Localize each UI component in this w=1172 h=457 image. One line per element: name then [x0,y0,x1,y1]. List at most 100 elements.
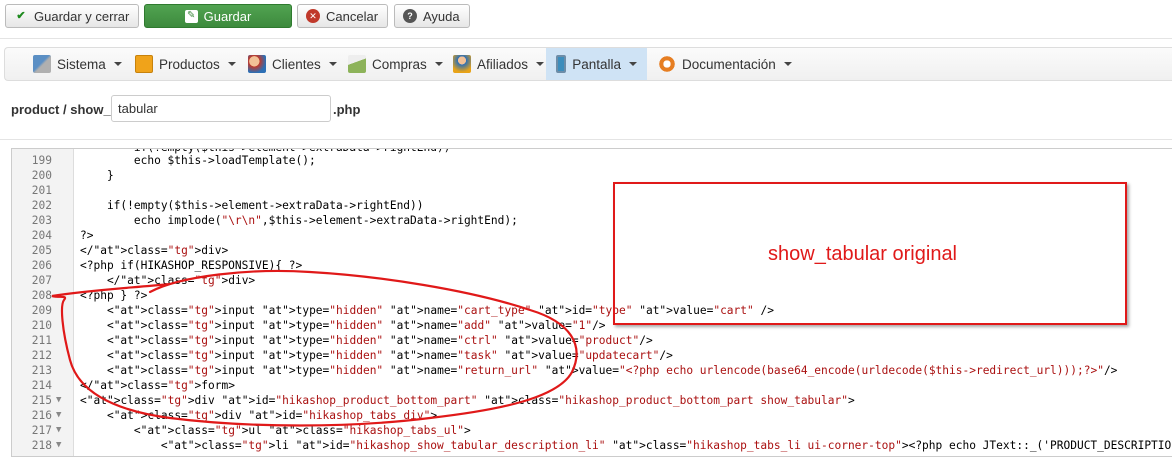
menu-item-sistema[interactable]: Sistema [23,48,132,80]
code-text: </"at">class="tg">form> [80,379,235,392]
code-text: ?> [80,229,94,242]
code-line: 218 ▼ <"at">class="tg">li "at">id="hikash… [12,438,1172,453]
code-text: <"at">class="tg">div "at">id="hikashop_t… [80,409,438,422]
cancel-label: Cancelar [326,8,379,24]
line-number: 218 [31,439,52,452]
code-line: 211 <"at">class="tg">input "at">type="hi… [12,333,1172,348]
line-number: 210 [31,319,52,332]
help-label: Ayuda [423,8,460,24]
code-text: } [80,169,114,182]
code-line: 199 echo $this->loadTemplate(); [12,153,1172,168]
help-button[interactable]: ? Ayuda [394,4,470,28]
save-label: Guardar [203,8,252,24]
main-menu: Sistema Productos Clientes Compras Afili… [4,47,1172,81]
line-number: 200 [31,169,52,182]
code-text: if(!empty($this->element->extraData->rig… [80,199,424,212]
code-text: <"at">class="tg">input "at">type="hidden… [80,319,606,332]
line-number: 213 [31,364,52,377]
line-number: 217 [31,424,52,437]
divider [0,139,1172,140]
line-number: 208 [31,289,52,302]
cancel-icon: ✕ [306,9,320,23]
fold-arrow-icon[interactable]: ▼ [56,438,61,453]
chevron-down-icon [113,62,122,66]
display-icon [556,55,567,73]
line-number: 204 [31,229,52,242]
line-number: 215 [31,394,52,407]
fold-arrow-icon[interactable]: ▼ [56,393,61,408]
menu-item-afiliados[interactable]: Afiliados [443,48,554,80]
code-text: <?php } ?> [80,289,148,302]
code-line: 213 <"at">class="tg">input "at">type="hi… [12,363,1172,378]
menu-item-clientes[interactable]: Clientes [238,48,347,80]
code-line: 216 ▼ <"at">class="tg">div "at">id="hikas… [12,408,1172,423]
line-number: 214 [31,379,52,392]
file-extension: .php [333,101,361,117]
menu-item-label: Documentación [682,56,776,72]
divider [0,38,1172,39]
menu-item-label: Sistema [57,56,106,72]
cancel-button[interactable]: ✕ Cancelar [297,4,388,28]
tools-icon [33,55,51,73]
chevron-down-icon [783,62,792,66]
save-close-button[interactable]: ✔ Guardar y cerrar [5,4,139,28]
fold-arrow-icon[interactable]: ▼ [56,423,61,438]
check-icon: ✔ [16,9,26,22]
line-number: 201 [31,184,52,197]
code-text: <"at">class="tg">input "at">type="hidden… [80,334,653,347]
code-text: </"at">class="tg">div> [80,244,229,257]
code-line: 217 ▼ <"at">class="tg">ul "at">class="hik… [12,423,1172,438]
code-text: <"at">class="tg">div "at">id="hikashop_p… [80,394,855,407]
line-number: 216 [31,409,52,422]
line-number: 205 [31,244,52,257]
code-text: <"at">class="tg">ul "at">class="hikashop… [80,424,471,437]
people-icon [453,55,471,73]
line-number: 199 [31,154,52,167]
line-number: 207 [31,274,52,287]
chevron-down-icon [629,62,637,66]
menu-item-documentacion[interactable]: Documentación [648,48,802,80]
menu-item-label: Compras [372,56,427,72]
chevron-down-icon [536,62,545,66]
code-text: <"at">class="tg">input "at">type="hidden… [80,349,673,362]
code-text: echo $this->loadTemplate(); [80,154,316,167]
menu-item-productos[interactable]: Productos [125,48,246,80]
menu-item-label: Pantalla [572,56,621,72]
toolbar: ✔ Guardar y cerrar ✎ Guardar ✕ Cancelar … [0,0,1172,34]
menu-item-compras[interactable]: Compras [338,48,453,80]
file-path-prefix: product / show_ [11,101,111,117]
code-text: <?php if(HIKASHOP_RESPONSIVE){ ?> [80,259,303,272]
code-text: <"at">class="tg">li "at">id="hikashop_sh… [80,439,1172,452]
line-number: 202 [31,199,52,212]
code-line: 212 <"at">class="tg">input "at">type="hi… [12,348,1172,363]
users-icon [248,55,266,73]
cart-icon [348,55,366,73]
chevron-down-icon [434,62,443,66]
menu-item-label: Afiliados [477,56,529,72]
chevron-down-icon [328,62,337,66]
line-number: 212 [31,349,52,362]
edit-icon: ✎ [184,9,198,23]
code-text: <"at">class="tg">input "at">type="hidden… [80,364,1118,377]
lifebuoy-icon [658,55,676,73]
line-number: 211 [31,334,52,347]
code-text: </"at">class="tg">div> [80,274,256,287]
help-icon: ? [403,9,417,23]
file-name-input[interactable] [111,95,331,122]
line-number: 209 [31,304,52,317]
line-number: 206 [31,259,52,272]
save-close-label: Guardar y cerrar [34,8,130,24]
code-line: 200 } [12,168,1172,183]
code-line: 214 </"at">class="tg">form> [12,378,1172,393]
code-line: 215 ▼ <"at">class="tg">div "at">id="hikash… [12,393,1172,408]
menu-item-pantalla[interactable]: Pantalla [546,48,647,80]
menu-item-label: Clientes [272,56,321,72]
line-number: 203 [31,214,52,227]
code-text: echo implode("\r\n",$this->element->extr… [80,214,518,227]
chevron-down-icon [227,62,236,66]
fold-arrow-icon[interactable]: ▼ [56,408,61,423]
menu-item-label: Productos [159,56,220,72]
save-button[interactable]: ✎ Guardar [144,4,292,28]
annotation-label: show_tabular original [768,243,958,265]
box-icon [135,55,153,73]
